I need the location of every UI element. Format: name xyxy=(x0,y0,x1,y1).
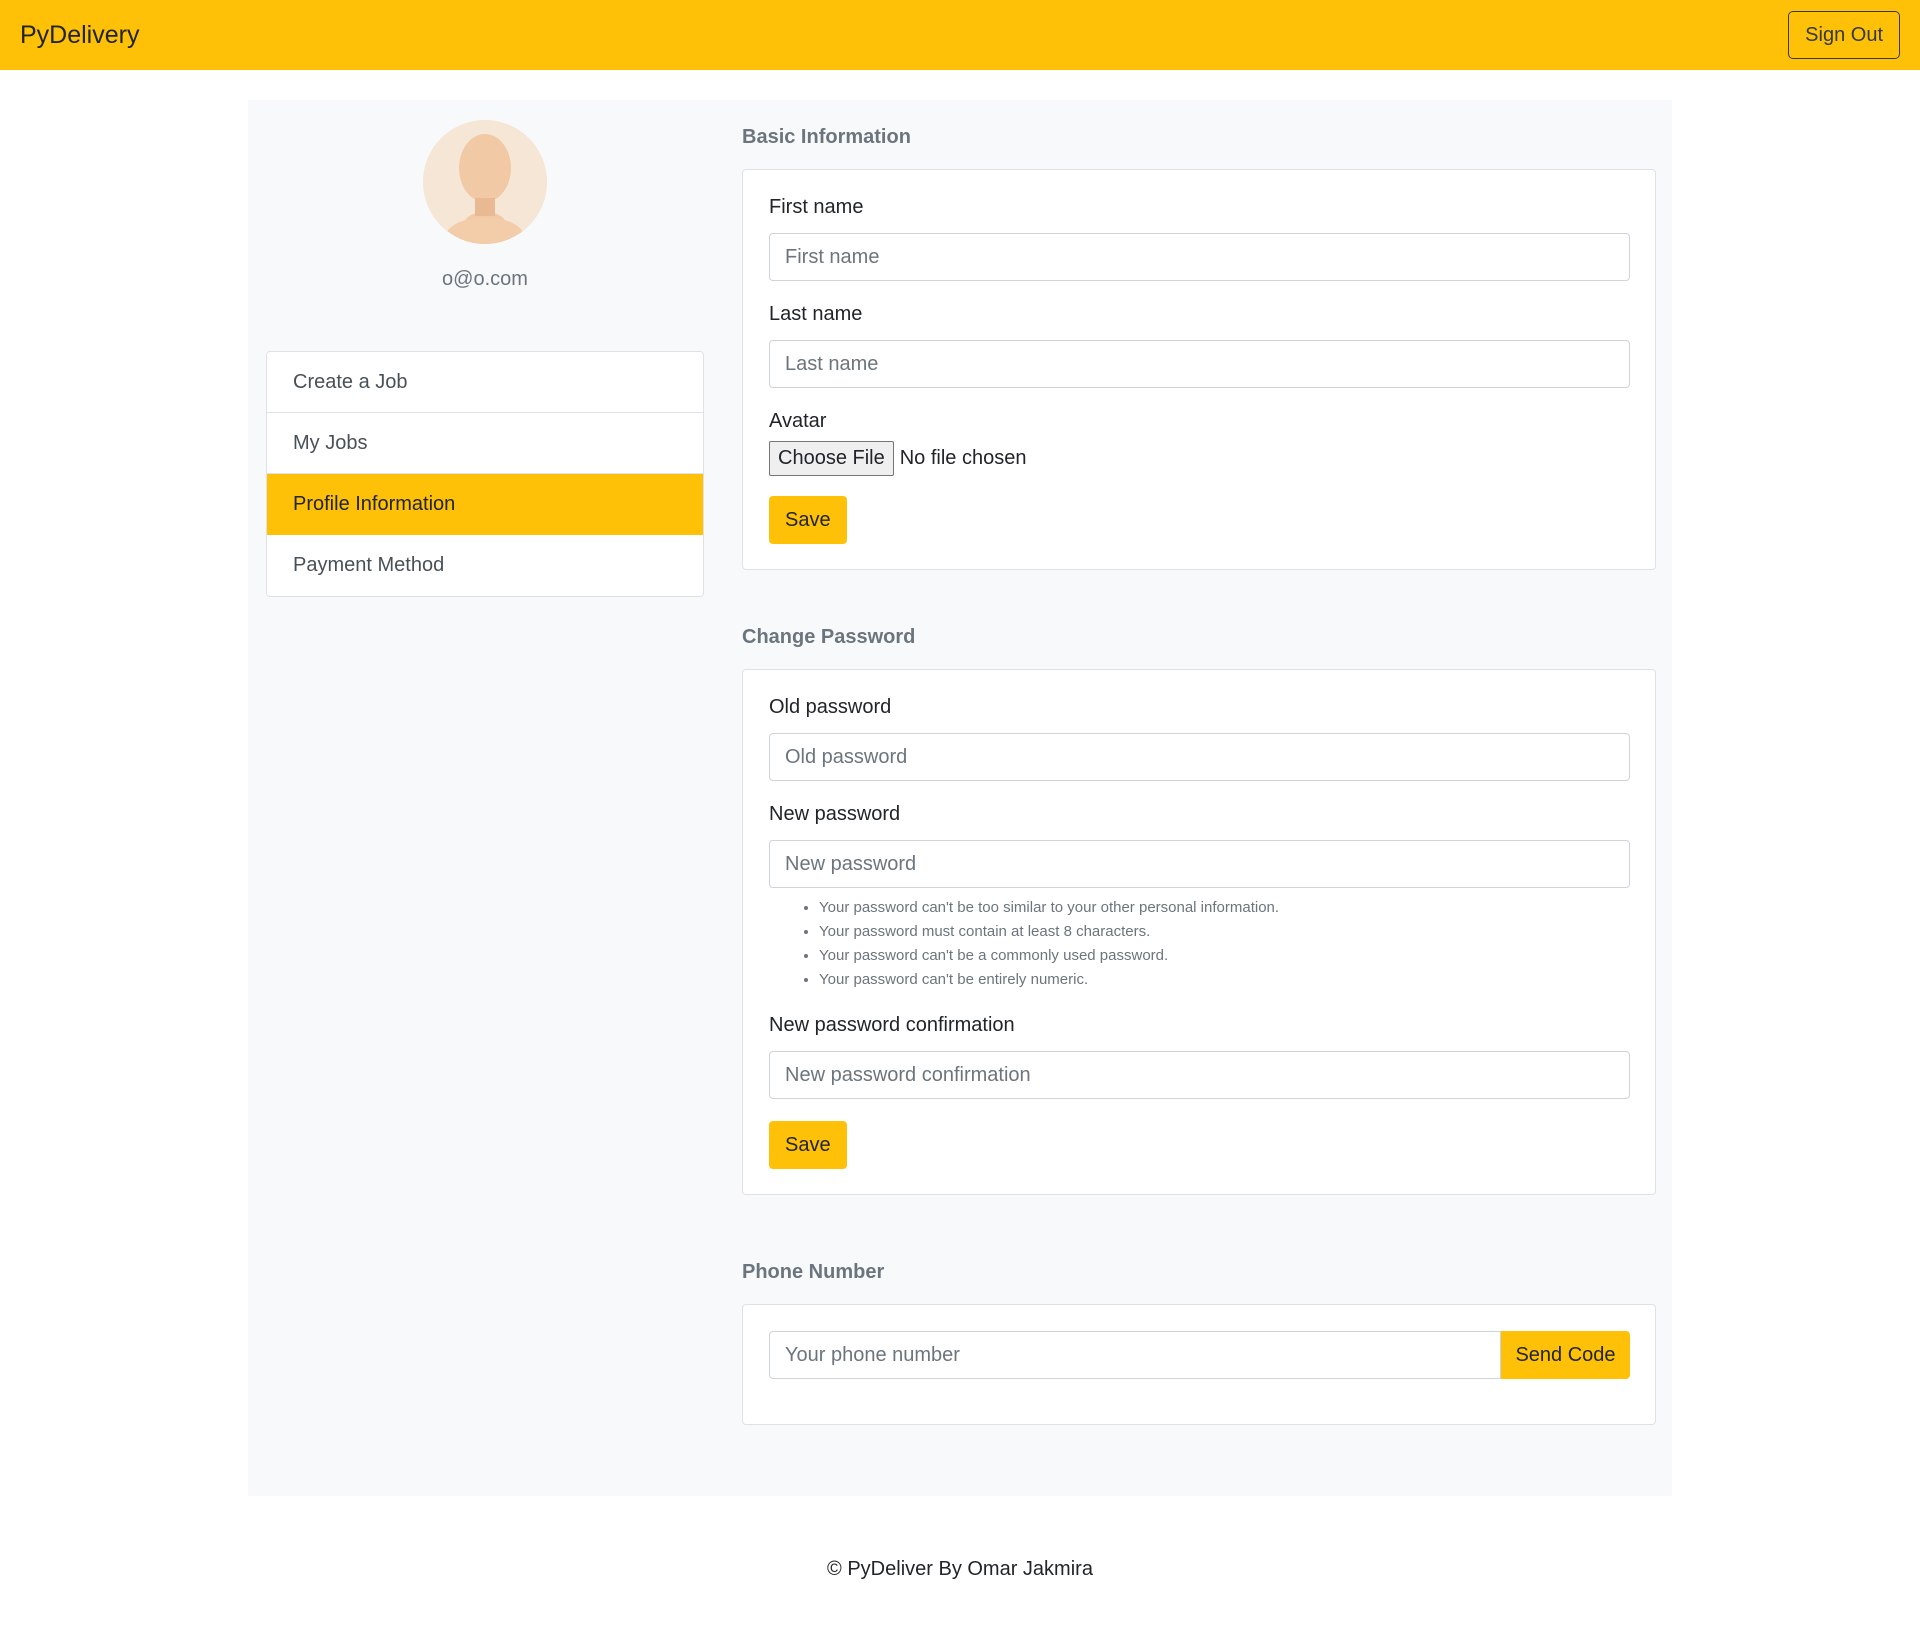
sidebar-item-profile-information[interactable]: Profile Information xyxy=(267,474,703,535)
navbar: PyDelivery Sign Out xyxy=(0,0,1920,70)
phone-input-group: Send Code xyxy=(769,1331,1630,1379)
sidebar-item-create-job[interactable]: Create a Job xyxy=(267,352,703,413)
change-password-title: Change Password xyxy=(742,626,916,648)
brand-logo[interactable]: PyDelivery xyxy=(20,21,139,50)
avatar-file-input: Choose File No file chosen xyxy=(769,441,1630,476)
send-code-button[interactable]: Send Code xyxy=(1501,1331,1630,1379)
confirm-password-field: New password confirmation xyxy=(769,1014,1630,1099)
last-name-field: Last name xyxy=(769,303,1630,388)
new-password-input[interactable] xyxy=(769,840,1630,888)
old-password-field: Old password xyxy=(769,696,1630,781)
password-help-item: Your password must contain at least 8 ch… xyxy=(819,920,1630,944)
first-name-input[interactable] xyxy=(769,233,1630,281)
old-password-input[interactable] xyxy=(769,733,1630,781)
user-avatar-icon xyxy=(423,120,547,244)
sidebar-item-payment-method[interactable]: Payment Method xyxy=(267,535,703,596)
password-help-item: Your password can't be a commonly used p… xyxy=(819,944,1630,968)
password-help-item: Your password can't be entirely numeric. xyxy=(819,968,1630,992)
password-help-list: Your password can't be too similar to yo… xyxy=(819,896,1630,992)
last-name-input[interactable] xyxy=(769,340,1630,388)
profile-sidebar: o@o.com Create a Job My Jobs Profile Inf… xyxy=(266,120,704,597)
phone-number-card: Send Code xyxy=(742,1304,1656,1425)
save-password-button[interactable]: Save xyxy=(769,1121,847,1169)
old-password-label: Old password xyxy=(769,696,892,718)
footer-text: © PyDeliver By Omar Jakmira xyxy=(827,1558,1093,1580)
profile-forms: Basic Information First name Last name A… xyxy=(742,120,1656,1425)
avatar-field: Avatar Choose File No file chosen xyxy=(769,410,1630,476)
sidebar-menu: Create a Job My Jobs Profile Information… xyxy=(266,351,704,597)
user-email: o@o.com xyxy=(442,268,528,290)
avatar-label: Avatar xyxy=(769,410,827,432)
phone-number-title: Phone Number xyxy=(742,1261,885,1283)
confirm-password-label: New password confirmation xyxy=(769,1014,1015,1036)
change-password-card: Old password New password Your password … xyxy=(742,669,1656,1195)
sign-out-button[interactable]: Sign Out xyxy=(1788,11,1900,59)
confirm-password-input[interactable] xyxy=(769,1051,1630,1099)
save-basic-info-button[interactable]: Save xyxy=(769,496,847,544)
no-file-text: No file chosen xyxy=(899,447,1027,469)
last-name-label: Last name xyxy=(769,303,863,325)
avatar xyxy=(423,120,547,244)
first-name-label: First name xyxy=(769,196,864,218)
basic-info-title: Basic Information xyxy=(742,126,911,148)
first-name-field: First name xyxy=(769,196,1630,281)
main-container: o@o.com Create a Job My Jobs Profile Inf… xyxy=(248,100,1672,1496)
phone-input[interactable] xyxy=(769,1331,1501,1379)
password-help-item: Your password can't be too similar to yo… xyxy=(819,896,1630,920)
new-password-label: New password xyxy=(769,803,901,825)
new-password-field: New password Your password can't be too … xyxy=(769,803,1630,992)
sidebar-item-my-jobs[interactable]: My Jobs xyxy=(267,413,703,474)
basic-info-card: First name Last name Avatar Choose File … xyxy=(742,169,1656,570)
choose-file-button[interactable]: Choose File xyxy=(769,441,894,476)
